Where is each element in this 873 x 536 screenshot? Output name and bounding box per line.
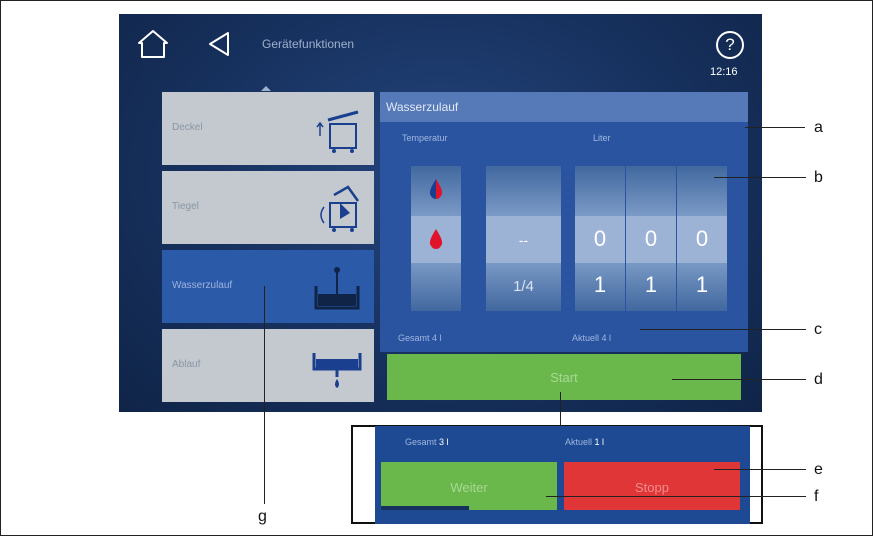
liter-label: Liter [593,133,611,143]
current-volume-text: Aktuell 4 l [572,333,612,343]
callout-letter-d: d [814,371,823,388]
menu-item-ablauf[interactable]: Ablauf [162,329,374,402]
panel-title-bar: Wasserzulauf [380,92,748,122]
callout-line-e [714,469,806,470]
callout-letter-b: b [814,169,823,186]
start-button-label: Start [550,370,578,385]
menu-item-deckel[interactable]: Deckel [162,92,374,165]
start-button[interactable]: Start [387,354,741,400]
inset-total-value: 3 l [439,437,449,447]
callout-line-d [672,379,806,380]
inset-current-prefix: Aktuell [565,437,593,447]
stopp-button-label: Stopp [635,480,669,495]
inset-current-value: 1 l [594,437,605,447]
back-icon[interactable] [206,30,232,58]
water-drop-hot-icon [429,229,443,249]
liter-digit-selector[interactable]: 0 1 [626,166,676,311]
liter-digit-next: 1 [593,272,607,297]
total-volume-text: Gesamt 4 l [398,333,442,343]
liter-digit-selector[interactable]: 0 1 [575,166,625,311]
inset-current-text: Aktuell 1 l [565,437,604,447]
callout-letter-a: a [814,119,823,136]
fraction-current-value: -- [518,232,529,248]
drain-icon [312,353,362,388]
menu-item-label: Wasserzulauf [172,280,233,291]
callout-line-b [714,177,806,178]
callout-letter-g: g [258,508,267,525]
menu-item-wasserzulauf[interactable]: Wasserzulauf [162,250,374,323]
liter-digit-selector[interactable]: 0 1 [677,166,727,311]
menu-item-label: Deckel [172,122,203,133]
panel-title: Wasserzulauf [386,100,459,114]
temperature-label: Temperatur [402,133,448,143]
fraction-selector[interactable]: -- 1/4 [486,166,561,311]
lid-icon [316,110,359,153]
inset-total-text: Gesamt 3 l [405,437,449,447]
fraction-next-value: 1/4 [513,278,534,295]
water-drop-mixed-icon [429,179,443,199]
menu-scroll-caret-icon[interactable] [261,86,271,91]
callout-line-f [546,496,806,497]
inset-connector-line [560,392,561,426]
help-icon[interactable]: ? [716,31,744,59]
pan-tilt-icon [320,185,360,232]
liter-digit-current: 0 [593,226,607,251]
liter-digit-current: 0 [644,226,658,251]
callout-line-c [640,329,806,330]
weiter-button-label: Weiter [450,480,488,495]
callout-letter-c: c [814,321,822,338]
weiter-button[interactable]: Weiter [381,462,557,510]
callout-letter-e: e [814,461,823,478]
callout-line-g [264,286,265,504]
liter-digit-next: 1 [644,272,658,297]
callout-letter-f: f [814,488,819,505]
menu-item-tiegel[interactable]: Tiegel [162,171,374,244]
home-icon[interactable] [136,28,170,60]
liter-digit-next: 1 [695,272,709,297]
inset-total-prefix: Gesamt [405,437,437,447]
weiter-progress-bar [381,506,469,510]
screen-title: Gerätefunktionen [262,37,355,51]
menu-item-label: Ablauf [172,359,201,370]
water-inlet-icon [314,267,360,310]
menu-item-label: Tiegel [172,201,199,212]
clock: 12:16 [710,66,738,78]
callout-line-a [745,127,805,128]
liter-digit-current: 0 [695,226,709,251]
